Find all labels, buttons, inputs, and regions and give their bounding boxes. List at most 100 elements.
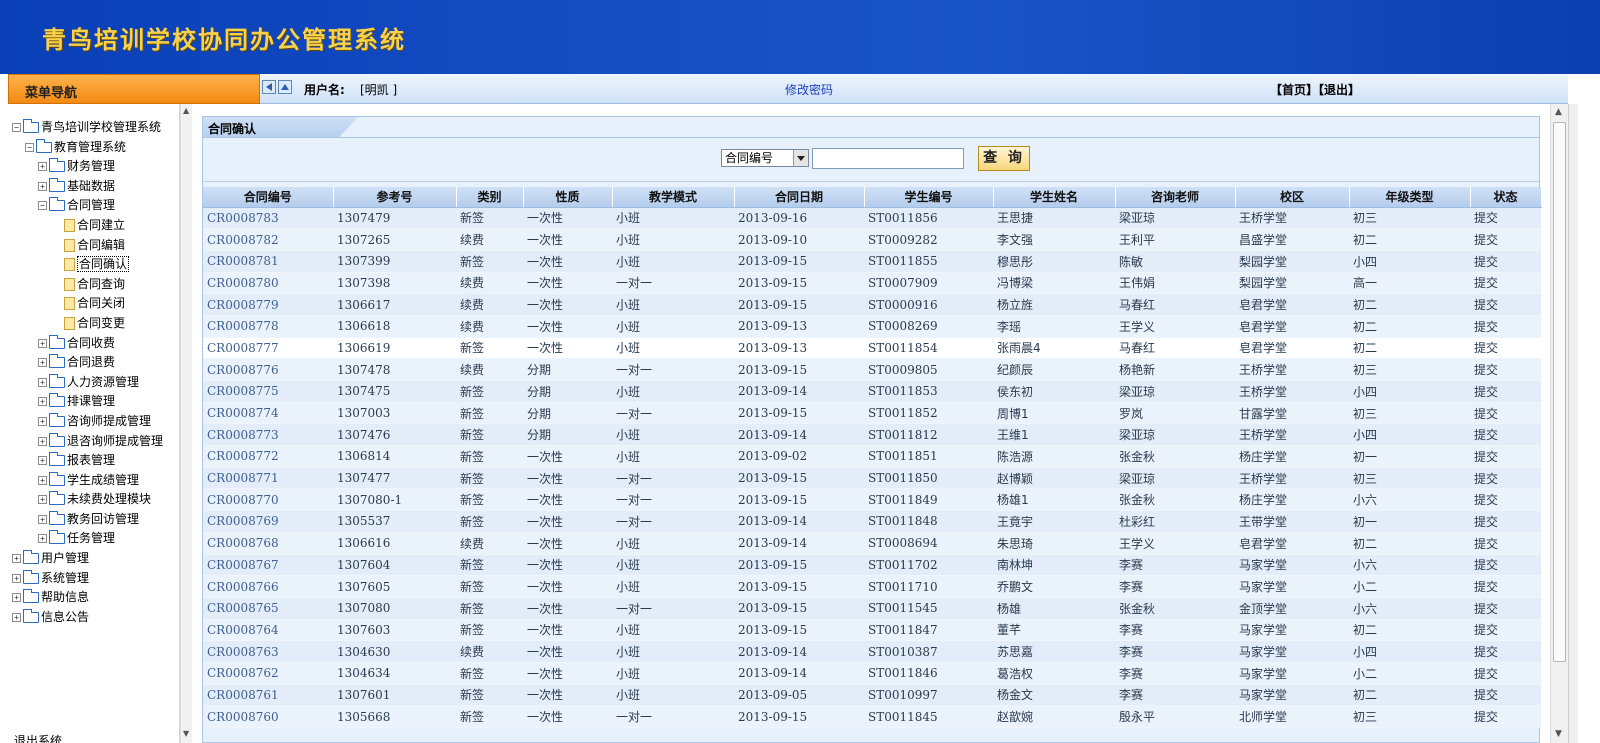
expand-icon[interactable]: +: [38, 495, 47, 505]
table-row[interactable]: CR0008780 1307398 续费 一次性 一对一 2013-09-15 ST0007…: [203, 272, 1541, 295]
tree-item[interactable]: + 报表管理: [12, 451, 163, 471]
expand-icon[interactable]: +: [38, 416, 47, 426]
table-row[interactable]: CR0008776 1307478 续费 分期 一对一 2013-09-15 ST00098…: [203, 358, 1541, 381]
table-row[interactable]: CR0008761 1307601 新签 一次性 小班 2013-09-05 ST00109…: [203, 684, 1541, 707]
tree-item[interactable]: + 任务管理: [12, 529, 163, 549]
expand-icon[interactable]: +: [38, 475, 47, 485]
tree-item[interactable]: + 基础数据: [12, 177, 163, 197]
exit-system-link[interactable]: 退出系统: [14, 732, 62, 743]
table-row[interactable]: CR0008772 1306814 新签 一次性 小班 2013-09-02 ST00118…: [203, 445, 1541, 468]
table-row[interactable]: CR0008783 1307479 新签 一次性 小班 2013-09-16 ST00118…: [203, 207, 1541, 230]
tree-item[interactable]: + 用户管理: [12, 549, 163, 569]
column-header[interactable]: 年级类型: [1349, 187, 1471, 208]
column-header[interactable]: 性质: [523, 187, 613, 208]
table-row[interactable]: CR0008765 1307080 新签 一次性 一对一 2013-09-15 ST0011…: [203, 597, 1541, 620]
contract-id-link[interactable]: CR0008771: [203, 467, 333, 490]
contract-id-link[interactable]: CR0008764: [203, 619, 333, 642]
contract-id-link[interactable]: CR0008776: [203, 358, 333, 381]
column-header[interactable]: 咨询老师: [1115, 187, 1236, 208]
column-header[interactable]: 合同编号: [203, 187, 334, 208]
column-header[interactable]: 学生姓名: [993, 187, 1116, 208]
table-row[interactable]: CR0008767 1307604 新签 一次性 小班 2013-09-15 ST00117…: [203, 554, 1541, 577]
tree-item[interactable]: + 合同收费: [12, 334, 163, 354]
tree-item[interactable]: 合同变更: [12, 314, 163, 334]
table-row[interactable]: CR0008768 1306616 续费 一次性 小班 2013-09-14 ST00086…: [203, 532, 1541, 555]
tree-item[interactable]: + 学生成绩管理: [12, 471, 163, 491]
expand-icon[interactable]: +: [38, 456, 47, 466]
tree-item[interactable]: + 咨询师提成管理: [12, 412, 163, 432]
tree-item[interactable]: + 财务管理: [12, 157, 163, 177]
collapse-icon[interactable]: −: [12, 123, 21, 132]
expand-icon[interactable]: +: [38, 377, 47, 387]
expand-icon[interactable]: +: [38, 436, 47, 446]
table-row[interactable]: CR0008766 1307605 新签 一次性 小班 2013-09-15 ST00117…: [203, 575, 1541, 598]
collapse-icon[interactable]: −: [38, 201, 47, 211]
contract-id-link[interactable]: CR0008761: [203, 684, 333, 707]
expand-icon[interactable]: +: [12, 612, 21, 622]
tree-item[interactable]: + 合同退费: [12, 353, 163, 373]
query-button[interactable]: 查 询: [978, 146, 1030, 171]
expand-icon[interactable]: +: [12, 573, 21, 583]
table-row[interactable]: CR0008781 1307399 新签 一次性 小班 2013-09-15 ST00118…: [203, 250, 1541, 273]
expand-icon[interactable]: +: [12, 593, 21, 603]
table-row[interactable]: CR0008779 1306617 续费 一次性 小班 2013-09-15 ST00009…: [203, 293, 1541, 316]
tree-item[interactable]: − 合同管理: [12, 196, 163, 216]
contract-id-link[interactable]: CR0008760: [203, 705, 333, 728]
table-row[interactable]: CR0008778 1306618 续费 一次性 小班 2013-09-13 ST00082…: [203, 315, 1541, 338]
tree-item[interactable]: + 帮助信息: [12, 588, 163, 608]
home-link[interactable]: 【首页】: [1270, 83, 1318, 97]
contract-id-link[interactable]: CR0008766: [203, 575, 333, 598]
expand-icon[interactable]: +: [38, 514, 47, 524]
tree-item[interactable]: + 退咨询师提成管理: [12, 432, 163, 452]
contract-id-link[interactable]: CR0008779: [203, 293, 333, 316]
outer-scrollbar[interactable]: [1568, 104, 1578, 743]
table-row[interactable]: CR0008762 1304634 新签 一次性 小班 2013-09-14 ST00118…: [203, 662, 1541, 685]
table-row[interactable]: CR0008770 1307080-1 新签 一次性 一对一 2013-09-15 ST00…: [203, 488, 1541, 512]
collapse-left-button[interactable]: [262, 80, 276, 94]
contract-id-link[interactable]: CR0008774: [203, 402, 333, 425]
expand-icon[interactable]: +: [12, 554, 21, 564]
table-row[interactable]: CR0008763 1304630 续费 一次性 小班 2013-09-14 ST00103…: [203, 640, 1541, 663]
contract-id-link[interactable]: CR0008782: [203, 228, 333, 251]
column-header[interactable]: 参考号: [333, 187, 457, 208]
collapse-icon[interactable]: −: [25, 142, 34, 152]
expand-icon[interactable]: +: [38, 534, 47, 544]
table-row[interactable]: CR0008771 1307477 新签 一次性 一对一 2013-09-15 ST0011…: [203, 467, 1541, 490]
tree-item[interactable]: 合同建立: [12, 216, 163, 236]
contract-id-link[interactable]: CR0008767: [203, 554, 333, 577]
expand-icon[interactable]: +: [38, 162, 47, 172]
contract-id-link[interactable]: CR0008775: [203, 380, 333, 403]
column-header[interactable]: 学生编号: [864, 187, 994, 208]
expand-icon[interactable]: +: [38, 338, 47, 348]
contract-id-link[interactable]: CR0008770: [203, 488, 333, 512]
nav-tree-scrollbar[interactable]: ▲ ▼: [180, 104, 192, 743]
table-row[interactable]: CR0008777 1306619 新签 一次性 小班 2013-09-13 ST00118…: [203, 337, 1541, 360]
search-field-select[interactable]: 合同编号: [721, 149, 809, 167]
table-row[interactable]: CR0008782 1307265 续费 一次性 小班 2013-09-10 ST00092…: [203, 228, 1541, 251]
tree-item[interactable]: 合同查询: [12, 275, 163, 295]
column-header[interactable]: 类别: [456, 187, 524, 208]
tree-item[interactable]: + 信息公告: [12, 608, 163, 628]
table-row[interactable]: CR0008769 1305537 新签 一次性 一对一 2013-09-14 ST0011…: [203, 510, 1541, 533]
table-row[interactable]: CR0008760 1305668 新签 一次性 一对一 2013-09-15 ST0011…: [203, 705, 1541, 728]
table-row[interactable]: CR0008773 1307476 新签 分期 小班 2013-09-14 ST001181…: [203, 423, 1541, 447]
expand-icon[interactable]: +: [38, 181, 47, 191]
contract-id-link[interactable]: CR0008783: [203, 207, 333, 230]
contract-id-link[interactable]: CR0008765: [203, 597, 333, 620]
collapse-up-button[interactable]: [278, 80, 292, 94]
change-password-link[interactable]: 修改密码: [785, 81, 833, 98]
tree-item[interactable]: + 人力资源管理: [12, 373, 163, 393]
contract-id-link[interactable]: CR0008769: [203, 510, 333, 533]
contract-id-link[interactable]: CR0008772: [203, 445, 333, 468]
expand-icon[interactable]: +: [38, 358, 47, 368]
tree-item[interactable]: + 系统管理: [12, 569, 163, 589]
contract-id-link[interactable]: CR0008781: [203, 250, 333, 273]
tree-item[interactable]: − 教育管理系统: [12, 138, 163, 158]
column-header[interactable]: 合同日期: [734, 187, 865, 208]
contract-id-link[interactable]: CR0008778: [203, 315, 333, 338]
contract-id-link[interactable]: CR0008780: [203, 272, 333, 295]
table-row[interactable]: CR0008775 1307475 新签 分期 小班 2013-09-14 ST001185…: [203, 380, 1541, 403]
column-header[interactable]: 校区: [1235, 187, 1350, 208]
main-scrollbar[interactable]: ▲ ▼: [1550, 104, 1568, 743]
search-input[interactable]: [812, 148, 964, 169]
